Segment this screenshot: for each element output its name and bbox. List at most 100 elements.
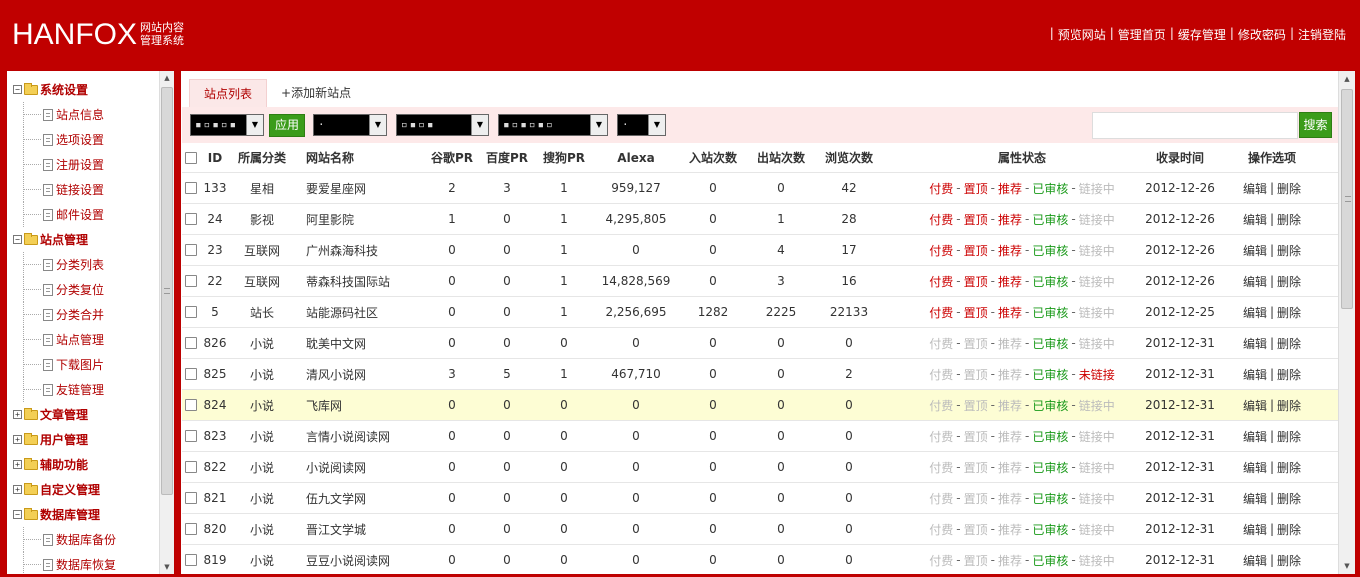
sidebar-item[interactable]: 数据库恢复: [7, 552, 160, 574]
edit-link[interactable]: 编辑: [1243, 490, 1267, 507]
edit-link[interactable]: 编辑: [1243, 552, 1267, 569]
attr-toggle[interactable]: 推荐: [998, 242, 1022, 259]
attr-toggle[interactable]: 付费: [929, 180, 953, 197]
scroll-up-icon[interactable]: ▲: [1339, 71, 1355, 87]
attr-toggle[interactable]: 已审核: [1032, 335, 1068, 352]
table-row[interactable]: 823 小说 言情小说阅读网 0 0 0 0 0 0 0 付费 - 置顶 - 推荐 - 已审核 - 链接中 2012-…: [182, 421, 1339, 452]
link-status[interactable]: 未链接: [1079, 366, 1115, 383]
delete-link[interactable]: 删除: [1277, 397, 1301, 414]
row-checkbox[interactable]: [185, 430, 197, 442]
attr-toggle[interactable]: 置顶: [964, 366, 988, 383]
table-cell[interactable]: 要爱星座网: [306, 173, 436, 203]
attr-toggle[interactable]: 推荐: [998, 397, 1022, 414]
sidebar-item[interactable]: 站点信息: [7, 102, 160, 127]
attr-toggle[interactable]: 推荐: [998, 366, 1022, 383]
attr-toggle[interactable]: 置顶: [964, 211, 988, 228]
sidebar-item[interactable]: 邮件设置: [7, 202, 160, 227]
attr-toggle[interactable]: 付费: [929, 459, 953, 476]
table-cell[interactable]: 阿里影院: [306, 204, 436, 234]
row-checkbox-cell[interactable]: [182, 421, 200, 451]
row-checkbox-cell[interactable]: [182, 514, 200, 544]
delete-link[interactable]: 删除: [1277, 428, 1301, 445]
table-cell[interactable]: 晋江文学城: [306, 514, 436, 544]
edit-link[interactable]: 编辑: [1243, 335, 1267, 352]
logo[interactable]: HANFOX 网站内容 管理系统: [12, 18, 184, 52]
attr-toggle[interactable]: 置顶: [964, 552, 988, 569]
table-cell[interactable]: 蒂森科技国际站: [306, 266, 436, 296]
attr-toggle[interactable]: 已审核: [1032, 304, 1068, 321]
delete-link[interactable]: 删除: [1277, 304, 1301, 321]
row-checkbox-cell[interactable]: [182, 204, 200, 234]
table-cell[interactable]: 小说阅读网: [306, 452, 436, 482]
sidebar-item[interactable]: 数据库备份: [7, 527, 160, 552]
delete-link[interactable]: 删除: [1277, 459, 1301, 476]
table-row[interactable]: 133 星相 要爱星座网 2 3 1 959,127 0 0 42 付费 - 置顶 - 推荐 - 已审核 - 链接中…: [182, 173, 1339, 204]
sidebar-group[interactable]: + 文章管理: [7, 402, 160, 427]
attr-toggle[interactable]: 推荐: [998, 490, 1022, 507]
top-nav-link[interactable]: 修改密码: [1238, 26, 1286, 43]
table-cell[interactable]: 伍九文学网: [306, 483, 436, 513]
attr-toggle[interactable]: 已审核: [1032, 428, 1068, 445]
sidebar-scrollbar[interactable]: ▲ ▼: [159, 71, 174, 574]
attr-toggle[interactable]: 推荐: [998, 273, 1022, 290]
attr-toggle[interactable]: 付费: [929, 521, 953, 538]
table-cell[interactable]: 广州森海科技: [306, 235, 436, 265]
batch-action-select[interactable]: ▪▫▪▫▪ ▼: [190, 114, 264, 136]
attr-toggle[interactable]: 推荐: [998, 304, 1022, 321]
sidebar-group[interactable]: − 站点管理: [7, 227, 160, 252]
row-checkbox-cell[interactable]: [182, 359, 200, 389]
attr-toggle[interactable]: 付费: [929, 428, 953, 445]
edit-link[interactable]: 编辑: [1243, 211, 1267, 228]
table-row[interactable]: 819 小说 豆豆小说阅读网 0 0 0 0 0 0 0 付费 - 置顶 - 推荐 - 已审核 - 链接中 2012-…: [182, 545, 1339, 574]
link-status[interactable]: 链接中: [1079, 552, 1115, 569]
delete-link[interactable]: 删除: [1277, 211, 1301, 228]
attr-toggle[interactable]: 已审核: [1032, 521, 1068, 538]
attr-toggle[interactable]: 已审核: [1032, 397, 1068, 414]
top-nav-link[interactable]: 注销登陆: [1298, 26, 1346, 43]
sidebar-group[interactable]: + 用户管理: [7, 427, 160, 452]
attr-toggle[interactable]: 已审核: [1032, 490, 1068, 507]
main-scroll-thumb[interactable]: [1341, 89, 1353, 309]
attr-toggle[interactable]: 置顶: [964, 490, 988, 507]
table-row[interactable]: 5 站长 站能源码社区 0 0 1 2,256,695 1282 2225 22133 付费 - 置顶 -…: [182, 297, 1339, 328]
table-cell[interactable]: 飞库网: [306, 390, 436, 420]
attr-toggle[interactable]: 推荐: [998, 335, 1022, 352]
row-checkbox-cell[interactable]: [182, 235, 200, 265]
delete-link[interactable]: 删除: [1277, 180, 1301, 197]
collapse-icon[interactable]: −: [13, 510, 22, 519]
row-checkbox[interactable]: [185, 554, 197, 566]
attr-toggle[interactable]: 付费: [929, 366, 953, 383]
link-status[interactable]: 链接中: [1079, 335, 1115, 352]
edit-link[interactable]: 编辑: [1243, 242, 1267, 259]
table-cell[interactable]: 清风小说网: [306, 359, 436, 389]
sidebar-item[interactable]: 分类列表: [7, 252, 160, 277]
table-cell[interactable]: 言情小说阅读网: [306, 421, 436, 451]
attr-toggle[interactable]: 付费: [929, 490, 953, 507]
search-button[interactable]: 搜索: [1299, 112, 1332, 138]
attr-toggle[interactable]: 置顶: [964, 180, 988, 197]
attr-toggle[interactable]: 付费: [929, 273, 953, 290]
sidebar-group[interactable]: + 辅助功能: [7, 452, 160, 477]
attr-toggle[interactable]: 已审核: [1032, 273, 1068, 290]
expand-icon[interactable]: +: [13, 460, 22, 469]
table-cell[interactable]: 站能源码社区: [306, 297, 436, 327]
sidebar-item[interactable]: 分类合并: [7, 302, 160, 327]
attr-toggle[interactable]: 推荐: [998, 211, 1022, 228]
table-row[interactable]: 22 互联网 蒂森科技国际站 0 0 1 14,828,569 0 3 16 付费 - 置顶 - 推荐 - 已审…: [182, 266, 1339, 297]
table-row[interactable]: 23 互联网 广州森海科技 0 0 1 0 0 4 17 付费 - 置顶 - 推荐 - 已审核 - 链接中 2012-…: [182, 235, 1339, 266]
row-checkbox[interactable]: [185, 306, 197, 318]
link-status[interactable]: 链接中: [1079, 180, 1115, 197]
attr-toggle[interactable]: 置顶: [964, 428, 988, 445]
sidebar-group[interactable]: − 系统设置: [7, 77, 160, 102]
attr-toggle[interactable]: 付费: [929, 552, 953, 569]
attr-toggle[interactable]: 推荐: [998, 428, 1022, 445]
delete-link[interactable]: 删除: [1277, 490, 1301, 507]
select-all-checkbox[interactable]: [185, 151, 197, 164]
sidebar-item[interactable]: 站点管理: [7, 327, 160, 352]
edit-link[interactable]: 编辑: [1243, 459, 1267, 476]
sidebar-item[interactable]: 选项设置: [7, 127, 160, 152]
status-select[interactable]: ▫▪▫▪ ▼: [396, 114, 489, 136]
top-nav-link[interactable]: 管理首页: [1118, 26, 1166, 43]
row-checkbox[interactable]: [185, 244, 197, 256]
row-checkbox-cell[interactable]: [182, 452, 200, 482]
